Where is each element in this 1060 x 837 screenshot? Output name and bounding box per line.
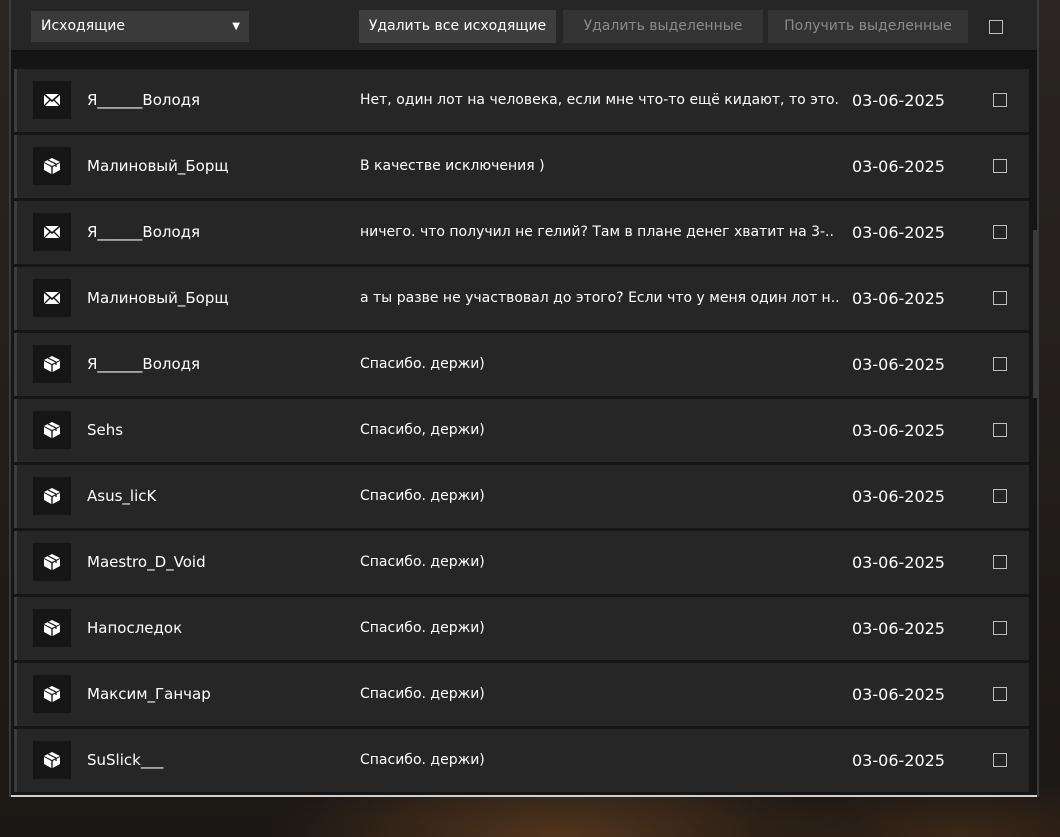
envelope-icon xyxy=(33,81,71,119)
message-select-checkbox[interactable] xyxy=(993,291,1007,305)
message-row[interactable]: Максим_Ганчар Спасибо. держи) 03-06-2025 xyxy=(14,663,1029,726)
message-text: Спасибо. держи) xyxy=(360,356,485,372)
package-icon xyxy=(33,609,71,647)
message-select-checkbox[interactable] xyxy=(993,357,1007,371)
message-sender: Напоследок xyxy=(87,619,183,637)
mail-panel: Исходящие ▼ Удалить все исходящие Удалит… xyxy=(9,0,1039,797)
message-sender: Я______Володя xyxy=(87,223,201,241)
toolbar: Исходящие ▼ Удалить все исходящие Удалит… xyxy=(11,0,1037,52)
package-icon xyxy=(33,543,71,581)
message-select-checkbox[interactable] xyxy=(993,753,1007,767)
envelope-icon xyxy=(33,213,71,251)
message-row[interactable]: Малиновый_Борщ а ты разве не участвовал д… xyxy=(14,267,1029,330)
message-sender: Максим_Ганчар xyxy=(87,685,211,703)
message-row[interactable]: Sehs Спасибо, держи) 03-06-2025 xyxy=(14,399,1029,462)
message-row[interactable]: Напоследок Спасибо. держи) 03-06-2025 xyxy=(14,597,1029,660)
message-select-checkbox[interactable] xyxy=(993,489,1007,503)
message-row[interactable]: SuSlick___ Спасибо. держи) 03-06-2025 xyxy=(14,729,1029,792)
message-row[interactable]: Я______Володя ничего. что получил не гели… xyxy=(14,201,1029,264)
message-date: 03-06-2025 xyxy=(852,289,945,308)
message-sender: Asus_licK xyxy=(87,487,157,505)
message-select-checkbox[interactable] xyxy=(993,555,1007,569)
message-date: 03-06-2025 xyxy=(852,91,945,110)
select-all-checkbox[interactable] xyxy=(989,20,1003,34)
package-icon xyxy=(33,147,71,185)
message-row[interactable]: Малиновый_Борщ В качестве исключения ) 03-… xyxy=(14,135,1029,198)
message-date: 03-06-2025 xyxy=(852,421,945,440)
message-date: 03-06-2025 xyxy=(852,355,945,374)
message-sender: SuSlick___ xyxy=(87,751,164,769)
message-sender: Малиновый_Борщ xyxy=(87,289,229,307)
message-select-checkbox[interactable] xyxy=(993,225,1007,239)
package-icon xyxy=(33,477,71,515)
message-text: Нет, один лот на человека, если мне что-… xyxy=(360,92,840,108)
message-date: 03-06-2025 xyxy=(852,487,945,506)
package-icon xyxy=(33,411,71,449)
receive-selected-button[interactable]: Получить выделенные xyxy=(768,10,968,43)
message-date: 03-06-2025 xyxy=(852,223,945,242)
message-select-checkbox[interactable] xyxy=(993,687,1007,701)
message-text: Спасибо. держи) xyxy=(360,686,485,702)
message-text: В качестве исключения ) xyxy=(360,158,545,174)
message-select-checkbox[interactable] xyxy=(993,423,1007,437)
message-text: а ты разве не участвовал до этого? Если … xyxy=(360,290,840,306)
mailbox-filter-select[interactable]: Исходящие ▼ xyxy=(31,11,249,42)
package-icon xyxy=(33,345,71,383)
message-sender: Sehs xyxy=(87,421,124,439)
message-text: Спасибо. держи) xyxy=(360,554,485,570)
package-icon xyxy=(33,741,71,779)
message-row[interactable]: Я______Володя Спасибо. держи) 03-06-2025 xyxy=(14,333,1029,396)
message-row[interactable]: Maestro_D_Void Спасибо. держи) 03-06-2025 xyxy=(14,531,1029,594)
message-row[interactable]: Я______Володя Нет, один лот на человека, … xyxy=(14,69,1029,132)
message-row[interactable]: Asus_licK Спасибо. держи) 03-06-2025 xyxy=(14,465,1029,528)
message-sender: Я______Володя xyxy=(87,91,201,109)
mailbox-filter-value: Исходящие xyxy=(41,18,126,34)
delete-all-outgoing-button[interactable]: Удалить все исходящие xyxy=(359,10,556,43)
scrollbar-thumb[interactable] xyxy=(1033,230,1037,398)
message-sender: Я______Володя xyxy=(87,355,201,373)
message-sender: Малиновый_Борщ xyxy=(87,157,229,175)
message-text: Спасибо, держи) xyxy=(360,422,485,438)
delete-selected-button[interactable]: Удалить выделенные xyxy=(563,10,763,43)
message-select-checkbox[interactable] xyxy=(993,621,1007,635)
package-icon xyxy=(33,675,71,713)
message-date: 03-06-2025 xyxy=(852,553,945,572)
message-text: Спасибо. держи) xyxy=(360,752,485,768)
message-select-checkbox[interactable] xyxy=(993,159,1007,173)
message-date: 03-06-2025 xyxy=(852,619,945,638)
chevron-down-icon: ▼ xyxy=(232,21,240,32)
message-select-checkbox[interactable] xyxy=(993,93,1007,107)
message-text: Спасибо. держи) xyxy=(360,488,485,504)
envelope-icon xyxy=(33,279,71,317)
message-sender: Maestro_D_Void xyxy=(87,553,206,571)
message-text: Спасибо. держи) xyxy=(360,620,485,636)
message-date: 03-06-2025 xyxy=(852,685,945,704)
message-text: ничего. что получил не гелий? Там в план… xyxy=(360,224,834,240)
message-date: 03-06-2025 xyxy=(852,751,945,770)
message-list: Я______Володя Нет, один лот на человека, … xyxy=(11,52,1037,797)
message-date: 03-06-2025 xyxy=(852,157,945,176)
